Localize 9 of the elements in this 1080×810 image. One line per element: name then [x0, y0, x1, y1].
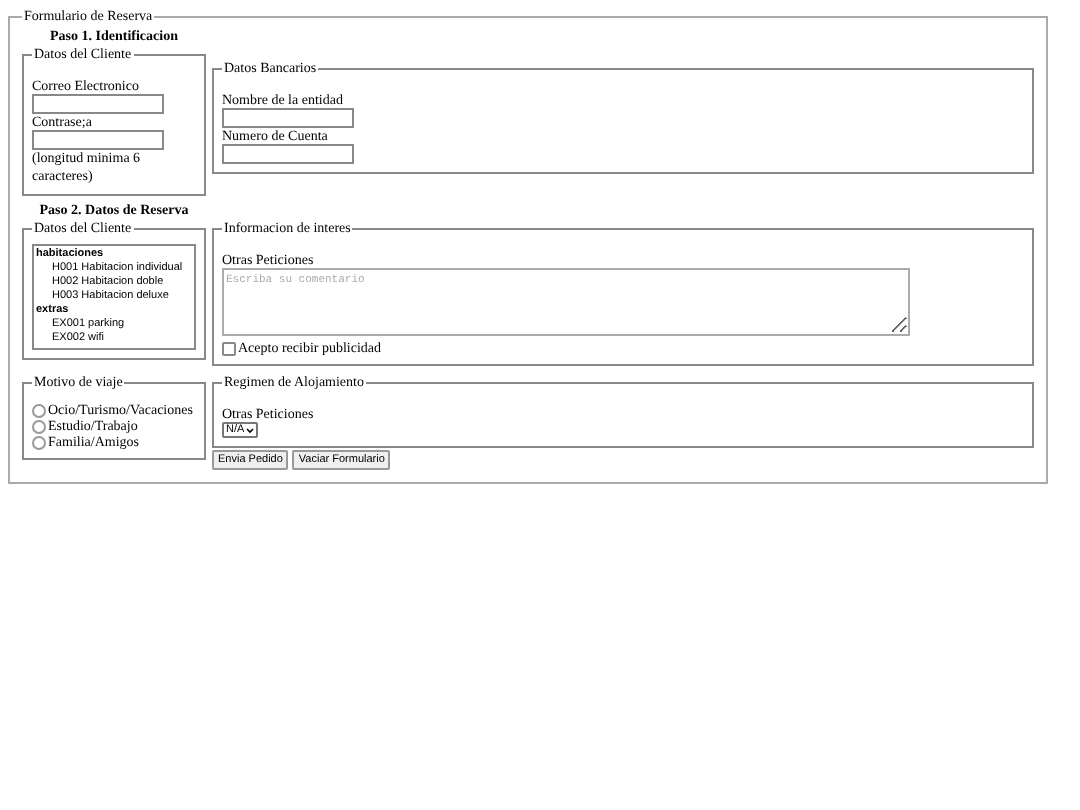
- input-field[interactable]: [222, 144, 354, 164]
- radio-button[interactable]: [32, 419, 46, 433]
- radio-button[interactable]: [32, 403, 46, 417]
- radio-button[interactable]: [32, 435, 46, 449]
- input-field[interactable]: [222, 108, 354, 128]
- input-field[interactable]: [32, 130, 164, 150]
- checkbox[interactable]: [222, 341, 236, 355]
- input-field[interactable]: [32, 94, 164, 114]
- chevron-down-icon: [246, 427, 255, 433]
